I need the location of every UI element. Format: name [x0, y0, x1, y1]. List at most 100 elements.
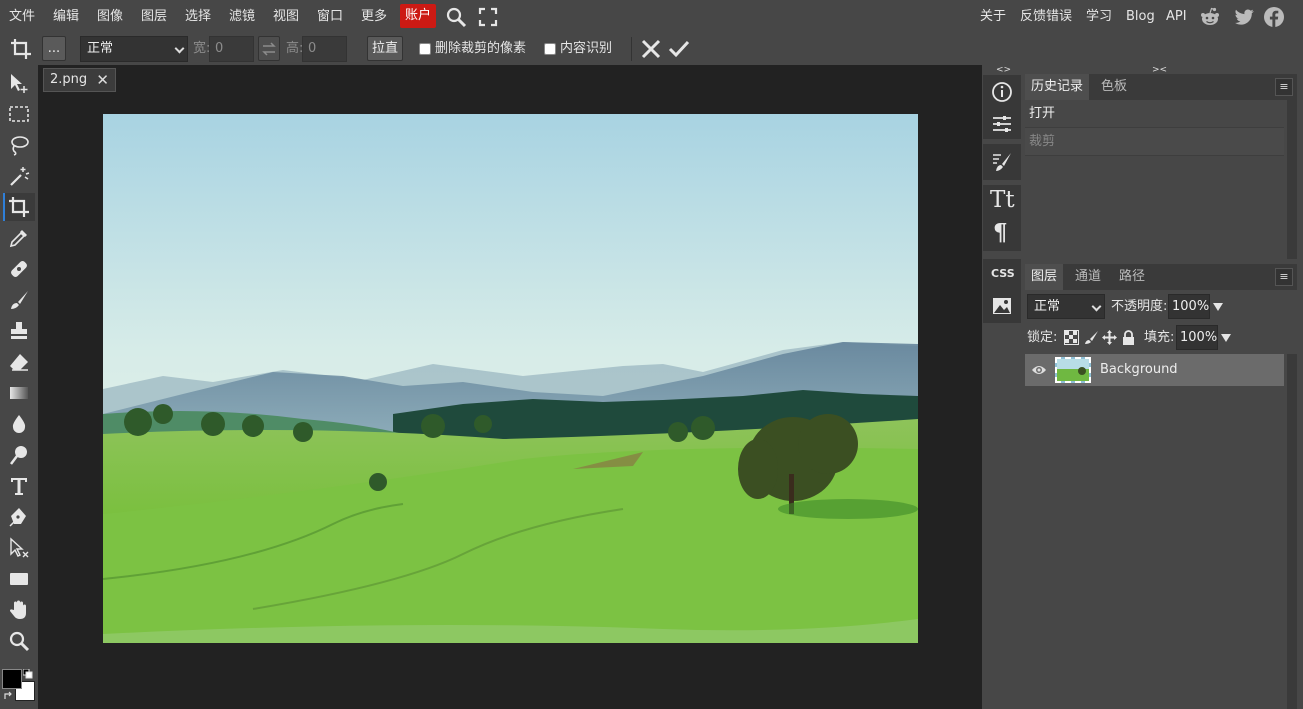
document-tab[interactable]: 2.png ✕	[43, 68, 116, 92]
tab-layers[interactable]: 图层	[1025, 264, 1064, 290]
stamp-tool[interactable]	[5, 317, 33, 345]
paragraph-icon[interactable]: ¶	[993, 219, 1008, 246]
width-field[interactable]: 0	[209, 36, 254, 62]
straighten-button[interactable]: 拉直	[367, 36, 403, 61]
move-arrow-icon	[11, 74, 28, 93]
lock-pixels-icon[interactable]	[1084, 330, 1099, 345]
collapse-left-icon[interactable]: <>	[996, 65, 1011, 75]
lock-position-icon[interactable]	[1102, 330, 1117, 345]
crop-icon	[9, 197, 29, 217]
lock-all-icon[interactable]	[1121, 330, 1136, 345]
bandage-icon	[11, 261, 27, 277]
menu-image[interactable]: 图像	[97, 0, 123, 33]
history-entry[interactable]: 裁剪	[1025, 128, 1284, 156]
pen-tool[interactable]	[5, 503, 33, 531]
zoom-tool[interactable]	[5, 627, 33, 655]
cancel-crop-icon[interactable]	[640, 38, 662, 60]
menu-edit[interactable]: 编辑	[53, 0, 79, 33]
opacity-field[interactable]: 100%	[1168, 294, 1210, 319]
layer-row[interactable]: Background	[1025, 354, 1284, 386]
tab-swatches[interactable]: 色板	[1095, 74, 1133, 100]
brush-tool[interactable]	[5, 286, 33, 314]
menu-select[interactable]: 选择	[185, 0, 211, 33]
fill-field[interactable]: 100%	[1176, 325, 1218, 350]
search-icon[interactable]	[445, 6, 467, 28]
crop-mode-select[interactable]: 正常	[80, 36, 188, 62]
fullscreen-icon[interactable]	[477, 6, 499, 28]
layers-menu-button[interactable]: ≡	[1275, 268, 1293, 286]
twitter-icon[interactable]	[1233, 6, 1255, 28]
swap-colors-icon[interactable]	[3, 691, 13, 701]
menu-more[interactable]: 更多	[361, 0, 387, 33]
character-icon[interactable]: Tt	[990, 187, 1015, 213]
eye-icon[interactable]	[1031, 363, 1047, 377]
magic-wand-tool[interactable]	[5, 162, 33, 190]
swap-dimensions-button[interactable]	[258, 36, 280, 61]
history-entry[interactable]: 打开	[1025, 100, 1284, 128]
close-icon[interactable]: ✕	[96, 69, 109, 91]
height-field[interactable]: 0	[302, 36, 347, 62]
tab-paths[interactable]: 路径	[1113, 264, 1151, 290]
chevron-down-icon	[1091, 301, 1102, 312]
image-canvas[interactable]	[103, 114, 918, 643]
eyedropper-icon	[9, 230, 27, 248]
dodge-tool[interactable]	[5, 441, 33, 469]
confirm-crop-icon[interactable]	[668, 38, 690, 60]
tab-history[interactable]: 历史记录	[1025, 74, 1090, 100]
account-button[interactable]: 账户	[400, 4, 437, 28]
opacity-label: 不透明度:	[1111, 299, 1168, 314]
menu-file[interactable]: 文件	[9, 0, 35, 33]
default-colors-icon[interactable]	[23, 669, 33, 679]
history-scrollbar[interactable]	[1287, 100, 1297, 259]
tab-channels[interactable]: 通道	[1069, 264, 1107, 290]
hand-tool[interactable]	[5, 596, 33, 624]
crop-mode-value: 正常	[87, 41, 114, 56]
menu-view[interactable]: 视图	[273, 0, 299, 33]
opacity-dropdown-icon[interactable]	[1213, 303, 1223, 311]
menu-layer[interactable]: 图层	[141, 0, 167, 33]
adjustments-icon[interactable]	[991, 113, 1013, 135]
link-about[interactable]: 关于	[980, 0, 1006, 33]
eraser-tool[interactable]	[5, 348, 33, 376]
delete-cropped-checkbox[interactable]	[419, 43, 431, 55]
shape-tool[interactable]	[5, 565, 33, 593]
marquee-tool[interactable]	[5, 100, 33, 128]
link-api[interactable]: API	[1166, 0, 1187, 33]
content-aware-checkbox[interactable]	[544, 43, 556, 55]
move-tool[interactable]	[5, 69, 33, 97]
path-select-tool[interactable]	[5, 534, 33, 562]
healing-tool[interactable]	[5, 255, 33, 283]
foreground-color-swatch[interactable]	[2, 669, 22, 689]
blend-mode-select[interactable]: 正常	[1027, 294, 1105, 319]
link-learn[interactable]: 学习	[1086, 0, 1112, 33]
layers-scrollbar[interactable]	[1287, 354, 1297, 709]
crop-tool[interactable]	[3, 193, 35, 221]
eyedropper-tool[interactable]	[5, 224, 33, 252]
drop-icon	[12, 415, 26, 433]
lock-transparency-icon[interactable]	[1064, 330, 1079, 345]
text-tool[interactable]	[5, 472, 33, 500]
menu-window[interactable]: 窗口	[317, 0, 343, 33]
css-icon[interactable]: CSS	[991, 267, 1015, 280]
facebook-icon[interactable]	[1263, 6, 1285, 28]
more-options-button[interactable]: ...	[42, 36, 66, 61]
gradient-tool[interactable]	[5, 379, 33, 407]
gradient-icon	[10, 387, 28, 399]
reddit-icon[interactable]	[1199, 6, 1221, 28]
link-blog[interactable]: Blog	[1126, 0, 1155, 33]
landscape-image	[103, 114, 918, 643]
layers-panel-tabs: 图层 通道 路径 ≡	[1025, 264, 1297, 290]
history-menu-button[interactable]: ≡	[1275, 78, 1293, 96]
image-icon[interactable]	[991, 295, 1013, 317]
blur-tool[interactable]	[5, 410, 33, 438]
fill-dropdown-icon[interactable]	[1221, 334, 1231, 342]
menu-filter[interactable]: 滤镜	[229, 0, 255, 33]
info-icon[interactable]	[991, 81, 1013, 103]
magnifier-icon	[9, 631, 30, 652]
crop-icon	[11, 39, 31, 59]
content-aware-label: 内容识别	[560, 41, 613, 56]
lasso-tool[interactable]	[5, 131, 33, 159]
brush-settings-icon[interactable]	[991, 151, 1013, 173]
lasso-icon	[11, 136, 29, 156]
link-report-bug[interactable]: 反馈错误	[1020, 0, 1072, 33]
